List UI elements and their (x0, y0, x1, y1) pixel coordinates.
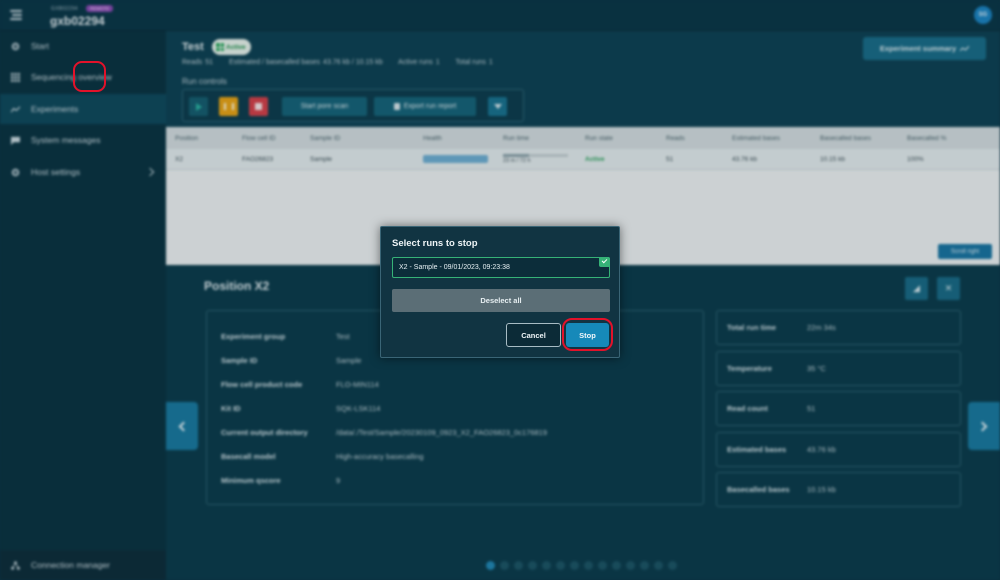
checkmark-icon (599, 257, 610, 267)
dialog-title: Select runs to stop (392, 238, 478, 249)
run-option-checkbox[interactable]: X2 - Sample - 09/01/2023, 09:23:38 (392, 257, 610, 278)
deselect-all-button[interactable]: Deselect all (392, 289, 610, 312)
highlight-ring (73, 61, 106, 92)
cancel-button[interactable]: Cancel (506, 323, 561, 347)
run-option-label: X2 - Sample - 09/01/2023, 09:23:38 (399, 264, 510, 271)
highlight-ring (562, 318, 613, 351)
